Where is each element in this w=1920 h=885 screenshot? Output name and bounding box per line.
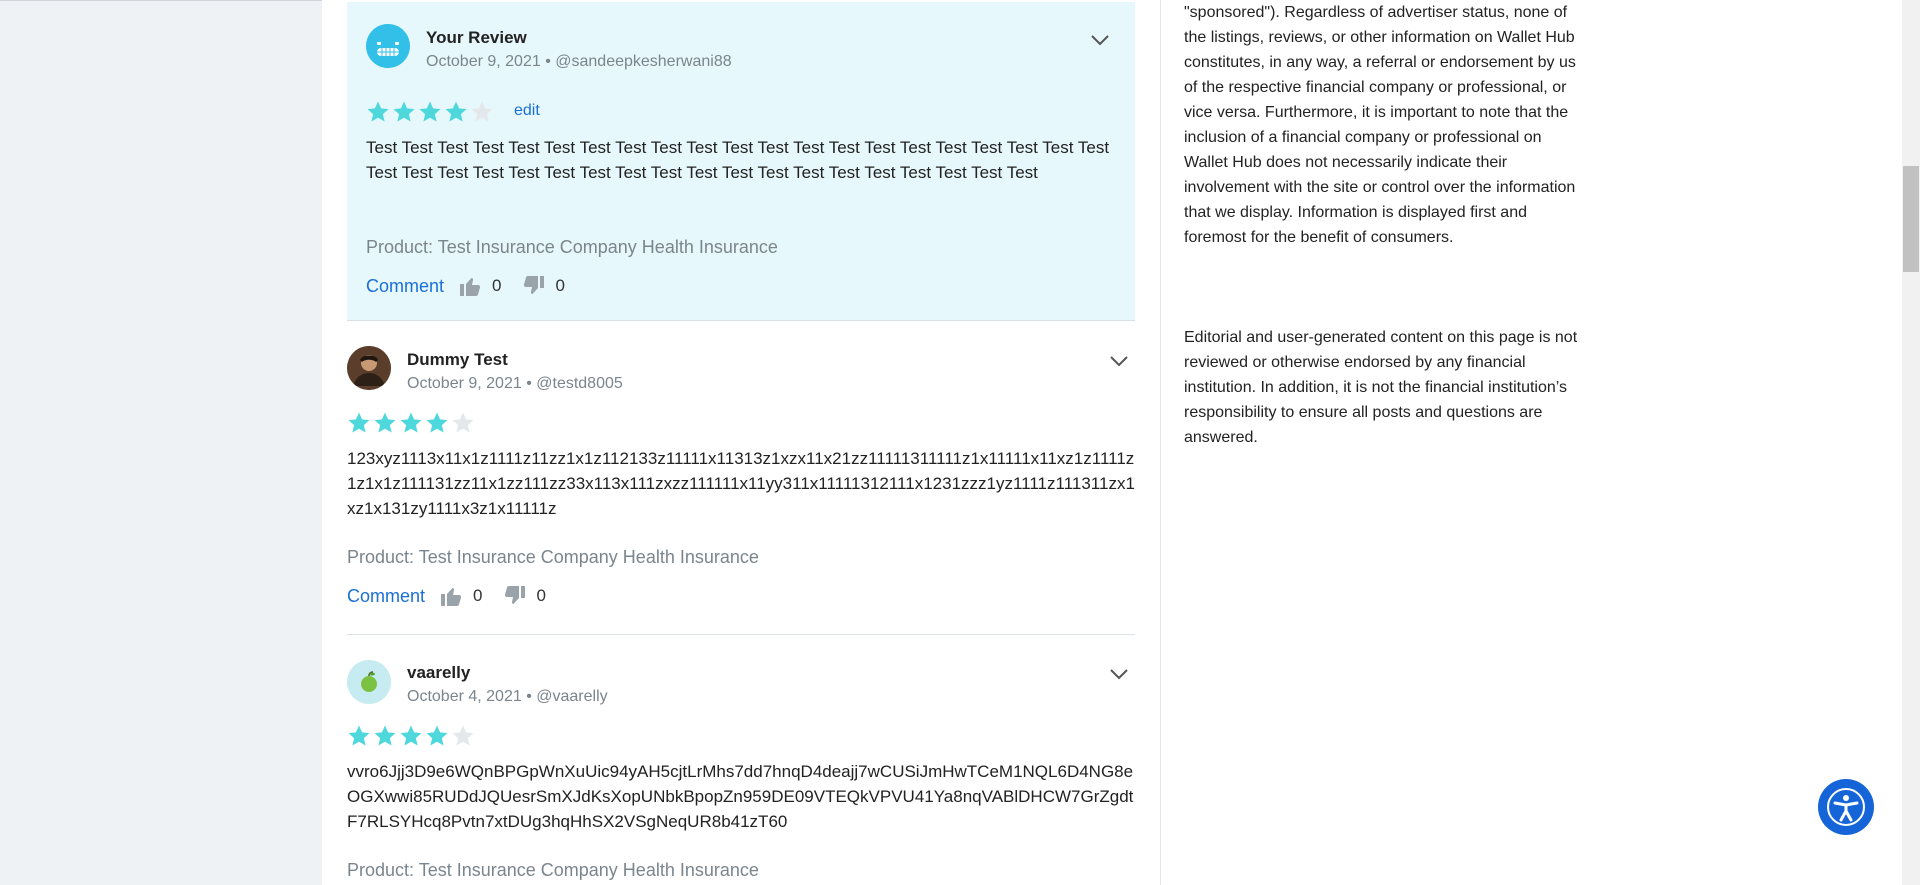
- review-meta: October 4, 2021 • @vaarelly: [407, 688, 608, 705]
- chevron-down-icon[interactable]: [1109, 355, 1129, 367]
- downvote-count: 0: [536, 586, 546, 605]
- disclaimer-paragraph-2: Editorial and user-generated content on …: [1184, 329, 1578, 446]
- chevron-down-icon[interactable]: [1109, 668, 1129, 680]
- review-date: October 4, 2021: [407, 688, 522, 705]
- comment-button[interactable]: Comment: [366, 276, 444, 297]
- review-text: vvro6Jjj3D9e6WQnBPGpWnXuUic94yAH5cjtLrMh…: [347, 762, 1134, 831]
- downvote-button[interactable]: 0: [522, 274, 565, 298]
- star-rating: [347, 724, 475, 748]
- comment-button[interactable]: Comment: [347, 586, 425, 607]
- star-filled-icon: [374, 725, 396, 746]
- reviewer-name: vaarelly: [407, 663, 471, 682]
- star-filled-icon: [348, 412, 370, 433]
- star-rating: [347, 411, 475, 435]
- star-filled-icon: [393, 101, 415, 122]
- review-product: Product: Test Insurance Company Health I…: [366, 237, 778, 257]
- review-date: October 9, 2021: [426, 53, 541, 70]
- star-filled-icon: [426, 725, 448, 746]
- star-empty-icon: [471, 101, 493, 122]
- star-filled-icon: [367, 101, 389, 122]
- green-apple-icon: [347, 660, 391, 704]
- accessibility-button[interactable]: [1818, 779, 1874, 835]
- thumbs-down-icon: [504, 586, 525, 604]
- star-filled-icon: [348, 725, 370, 746]
- own-review-card: Your Review October 9, 2021 • @sandeepke…: [347, 2, 1135, 321]
- review-meta: October 9, 2021 • @sandeepkesherwani88: [426, 53, 732, 70]
- thumbs-up-icon: [441, 588, 462, 606]
- downvote-button[interactable]: 0: [503, 584, 546, 608]
- review-text: 123xyz1113x11x1z1111z11zz1x1z112133z1111…: [347, 449, 1135, 518]
- review-meta: October 9, 2021 • @testd8005: [407, 375, 623, 392]
- edit-review-link[interactable]: edit: [514, 102, 540, 120]
- scrollbar-track[interactable]: [1902, 0, 1920, 885]
- review-text: Test Test Test Test Test Test Test Test …: [366, 138, 1110, 182]
- review-product: Product: Test Insurance Company Health I…: [347, 547, 759, 567]
- upvote-button[interactable]: 0: [458, 274, 502, 298]
- star-filled-icon: [445, 101, 467, 122]
- star-rating: [366, 100, 494, 124]
- thumbs-up-icon: [460, 278, 481, 296]
- review-product: Product: Test Insurance Company Health I…: [347, 860, 759, 880]
- star-filled-icon: [400, 412, 422, 433]
- reviewer-name: Dummy Test: [407, 350, 508, 369]
- review-card: Dummy Test October 9, 2021 • @testd8005 …: [347, 322, 1135, 634]
- disclaimer-paragraph-1: "sponsored"). Regardless of advertiser s…: [1184, 4, 1576, 246]
- star-filled-icon: [419, 101, 441, 122]
- star-filled-icon: [400, 725, 422, 746]
- upvote-button[interactable]: 0: [439, 584, 483, 608]
- scrollbar-thumb[interactable]: [1903, 166, 1919, 272]
- review-actions: Comment 0 0: [347, 584, 566, 608]
- reviewer-handle[interactable]: @vaarelly: [536, 688, 607, 705]
- review-actions: Comment 0 0: [366, 274, 585, 298]
- star-empty-icon: [452, 412, 474, 433]
- downvote-count: 0: [555, 276, 565, 295]
- user-photo-icon: [347, 346, 391, 390]
- grinning-face-icon: [366, 24, 410, 68]
- reviewer-name: Your Review: [426, 28, 527, 47]
- chevron-down-icon[interactable]: [1090, 34, 1110, 46]
- reviewer-handle[interactable]: @testd8005: [536, 375, 623, 392]
- reviewer-handle[interactable]: @sandeepkesherwani88: [555, 53, 731, 70]
- upvote-count: 0: [492, 276, 502, 295]
- review-card: vaarelly October 4, 2021 • @vaarelly vvr…: [347, 635, 1135, 885]
- thumbs-down-icon: [523, 276, 544, 294]
- accessibility-icon: [1827, 788, 1865, 826]
- review-date: October 9, 2021: [407, 375, 522, 392]
- star-empty-icon: [452, 725, 474, 746]
- upvote-count: 0: [473, 586, 483, 605]
- star-filled-icon: [374, 412, 396, 433]
- star-filled-icon: [426, 412, 448, 433]
